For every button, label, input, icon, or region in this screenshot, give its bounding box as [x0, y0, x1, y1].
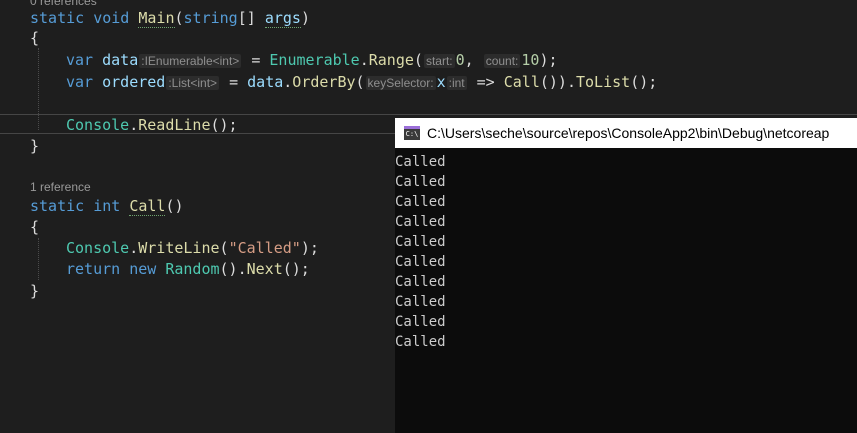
console-output-line: Called [395, 154, 446, 170]
type-console[interactable]: Console [66, 116, 129, 134]
code-line-return[interactable]: return new Random().Next(); [66, 259, 310, 279]
keyword: var [66, 73, 94, 91]
method-next[interactable]: Next [247, 260, 283, 278]
code-line-main-signature[interactable]: static void Main(string[] args) [30, 8, 310, 28]
code-line-writeline[interactable]: Console.WriteLine("Called"); [66, 238, 319, 258]
type-console[interactable]: Console [66, 239, 129, 257]
keyword: int [93, 197, 121, 215]
keyword: void [93, 9, 130, 27]
number-literal: 0 [455, 51, 465, 69]
number-literal: 10 [521, 51, 540, 69]
variable-ordered[interactable]: ordered [102, 73, 165, 91]
codelens-references-main[interactable]: 0 references [30, 0, 97, 8]
inline-type-hint: :List<int> [166, 76, 220, 90]
inline-type-hint: :int [446, 76, 467, 90]
console-output-line: Called [395, 294, 446, 310]
console-output-line: Called [395, 254, 446, 270]
variable-data-ref[interactable]: data [247, 73, 283, 91]
method-tolist[interactable]: ToList [576, 73, 630, 91]
console-output-line: Called [395, 334, 446, 350]
code-line-close-brace[interactable]: } [30, 136, 39, 156]
indent-guide [38, 48, 39, 130]
variable-data[interactable]: data [102, 51, 138, 69]
lambda-parameter-x[interactable]: x [437, 73, 446, 91]
console-window[interactable]: C:\ C:\Users\seche\source\repos\ConsoleA… [395, 118, 857, 433]
code-line-open-brace[interactable]: { [30, 217, 39, 237]
type-enumerable[interactable]: Enumerable [269, 51, 359, 69]
parameter-args[interactable]: args [264, 9, 301, 28]
keyword: string [183, 9, 238, 27]
console-title-bar[interactable]: C:\ C:\Users\seche\source\repos\ConsoleA… [395, 118, 857, 148]
inline-parameter-hint: keySelector: [365, 76, 436, 90]
console-output-line: Called [395, 194, 446, 210]
code-line-close-brace[interactable]: } [30, 281, 39, 301]
console-app-icon: C:\ [404, 126, 420, 140]
string-literal: "Called" [228, 239, 301, 257]
console-window-title: C:\Users\seche\source\repos\ConsoleApp2\… [427, 125, 830, 141]
method-name-call[interactable]: Call [129, 197, 166, 216]
method-readline[interactable]: ReadLine [138, 116, 210, 134]
method-name-main[interactable]: Main [138, 9, 175, 28]
code-line-call-signature[interactable]: static int Call() [30, 196, 184, 216]
code-line-open-brace[interactable]: { [30, 28, 39, 48]
code-line-readline[interactable]: Console.ReadLine(); [66, 115, 238, 135]
inline-type-hint: :IEnumerable<int> [139, 54, 242, 68]
console-output-line: Called [395, 314, 446, 330]
keyword: new [129, 260, 157, 278]
keyword: var [66, 51, 94, 69]
console-output-line: Called [395, 274, 446, 290]
inline-parameter-hint: start: [423, 54, 455, 68]
keyword: static [30, 197, 85, 215]
codelens-references-call[interactable]: 1 reference [30, 180, 91, 194]
inline-parameter-hint: count: [483, 54, 521, 68]
keyword: static [30, 9, 85, 27]
indent-guide [38, 238, 39, 280]
console-output-line: Called [395, 214, 446, 230]
method-range[interactable]: Range [369, 51, 414, 69]
type-random[interactable]: Random [165, 260, 219, 278]
code-line-ordered-declaration[interactable]: var ordered:List<int> = data.OrderBy(key… [66, 72, 657, 92]
method-orderby[interactable]: OrderBy [292, 73, 355, 91]
method-call-ref[interactable]: Call [504, 73, 540, 91]
method-writeline[interactable]: WriteLine [138, 239, 219, 257]
console-output: Called Called Called Called Called Called Call… [395, 152, 857, 352]
console-output-line: Called [395, 234, 446, 250]
code-line-data-declaration[interactable]: var data:IEnumerable<int> = Enumerable.R… [66, 50, 558, 70]
console-output-line: Called [395, 174, 446, 190]
keyword: return [66, 260, 121, 278]
